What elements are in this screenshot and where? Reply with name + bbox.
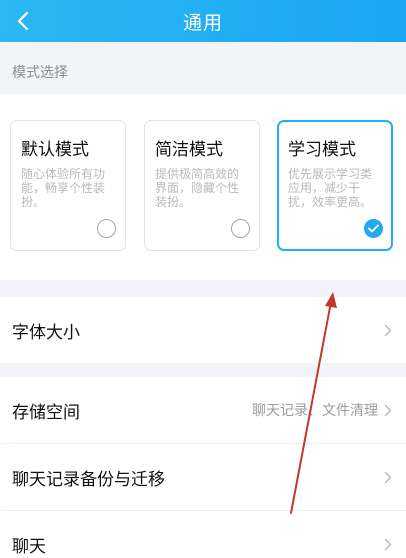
- mode-description: 随心体验所有功能，畅享个性装扮。: [21, 167, 106, 209]
- settings-row-chat[interactable]: 聊天: [0, 511, 406, 558]
- page-title: 通用: [182, 11, 223, 34]
- chevron-right-icon: [384, 404, 392, 416]
- mode-title: 简洁模式: [155, 140, 223, 160]
- row-value: 聊天记录、文件清理: [252, 403, 378, 419]
- row-label: 聊天: [12, 536, 46, 557]
- row-label: 字体大小: [12, 322, 80, 343]
- chevron-right-icon: [384, 471, 392, 483]
- mode-card-study[interactable]: 学习模式 优先展示学习类应用，减少干扰，效率更高。: [277, 120, 393, 251]
- mode-description: 优先展示学习类应用，减少干扰，效率更高。: [288, 167, 373, 209]
- row-label: 聊天记录备份与迁移: [12, 469, 165, 490]
- back-button[interactable]: [6, 0, 40, 42]
- chevron-left-icon: [17, 11, 29, 31]
- mode-section-label: 模式选择: [12, 65, 68, 81]
- chevron-right-icon: [384, 324, 392, 336]
- row-label: 存储空间: [12, 402, 80, 423]
- radio-checked-icon[interactable]: [364, 219, 383, 238]
- mode-description: 提供极简高效的界面，隐藏个性装扮。: [155, 167, 240, 209]
- mode-selector: 默认模式 随心体验所有功能，畅享个性装扮。 简洁模式 提供极简高效的界面，隐藏个…: [0, 94, 406, 280]
- radio-unchecked-icon[interactable]: [97, 219, 116, 238]
- chevron-right-icon: [384, 538, 392, 550]
- settings-row-chat-backup[interactable]: 聊天记录备份与迁移: [0, 444, 406, 510]
- mode-title: 学习模式: [288, 140, 356, 160]
- mode-card-default[interactable]: 默认模式 随心体验所有功能，畅享个性装扮。: [10, 120, 126, 251]
- mode-title: 默认模式: [21, 140, 89, 160]
- settings-row-storage[interactable]: 存储空间 聊天记录、文件清理: [0, 377, 406, 443]
- title-bar: 通用: [0, 0, 406, 42]
- radio-unchecked-icon[interactable]: [231, 219, 250, 238]
- settings-row-font-size[interactable]: 字体大小: [0, 297, 406, 363]
- mode-card-simple[interactable]: 简洁模式 提供极简高效的界面，隐藏个性装扮。: [144, 120, 260, 251]
- checkmark-icon: [368, 224, 379, 233]
